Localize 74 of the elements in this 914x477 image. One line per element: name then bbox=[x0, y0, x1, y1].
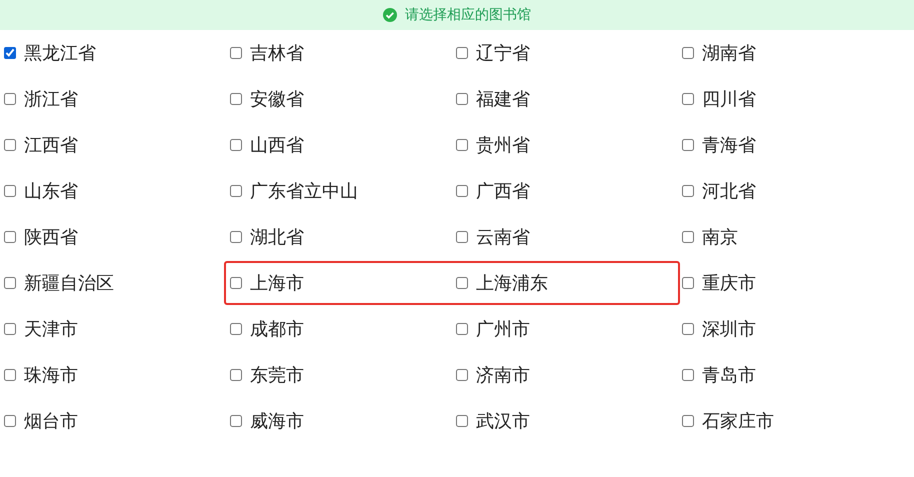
checkbox[interactable] bbox=[682, 369, 694, 381]
checkbox[interactable] bbox=[4, 277, 16, 289]
checkbox[interactable] bbox=[230, 277, 242, 289]
option-label[interactable]: 武汉市 bbox=[476, 408, 530, 434]
checkbox[interactable] bbox=[682, 415, 694, 427]
checkbox[interactable] bbox=[456, 323, 468, 335]
option-label[interactable]: 济南市 bbox=[476, 362, 530, 388]
checkbox[interactable] bbox=[456, 277, 468, 289]
option-label[interactable]: 上海浦东 bbox=[476, 270, 548, 296]
checkbox[interactable] bbox=[682, 47, 694, 59]
checkbox[interactable] bbox=[4, 47, 16, 59]
checkbox[interactable] bbox=[4, 93, 16, 105]
checkbox[interactable] bbox=[682, 185, 694, 197]
checkbox[interactable] bbox=[4, 369, 16, 381]
option-label[interactable]: 新疆自治区 bbox=[24, 270, 114, 296]
option-label[interactable]: 广东省立中山 bbox=[250, 178, 358, 204]
checkbox[interactable] bbox=[230, 93, 242, 105]
option-label[interactable]: 贵州省 bbox=[476, 132, 530, 158]
checkbox[interactable] bbox=[456, 139, 468, 151]
option-label[interactable]: 成都市 bbox=[250, 316, 304, 342]
checkbox[interactable] bbox=[682, 277, 694, 289]
checkbox[interactable] bbox=[230, 47, 242, 59]
checkbox[interactable] bbox=[682, 139, 694, 151]
checkbox[interactable] bbox=[230, 323, 242, 335]
option-label[interactable]: 浙江省 bbox=[24, 86, 78, 112]
option-label[interactable]: 上海市 bbox=[250, 270, 304, 296]
option-label[interactable]: 珠海市 bbox=[24, 362, 78, 388]
checkbox[interactable] bbox=[456, 47, 468, 59]
option-label[interactable]: 山东省 bbox=[24, 178, 78, 204]
option-label[interactable]: 福建省 bbox=[476, 86, 530, 112]
option-label[interactable]: 烟台市 bbox=[24, 408, 78, 434]
option-label[interactable]: 山西省 bbox=[250, 132, 304, 158]
option-label[interactable]: 南京 bbox=[702, 224, 738, 250]
option-label[interactable]: 黑龙江省 bbox=[24, 40, 96, 66]
checkbox[interactable] bbox=[230, 231, 242, 243]
checkbox[interactable] bbox=[682, 323, 694, 335]
checkbox[interactable] bbox=[682, 93, 694, 105]
checkbox[interactable] bbox=[230, 415, 242, 427]
checkbox[interactable] bbox=[456, 415, 468, 427]
check-circle-icon bbox=[383, 8, 397, 22]
option-label[interactable]: 石家庄市 bbox=[702, 408, 774, 434]
option-label[interactable]: 湖南省 bbox=[702, 40, 756, 66]
checkbox[interactable] bbox=[230, 139, 242, 151]
option-label[interactable]: 重庆市 bbox=[702, 270, 756, 296]
checkbox[interactable] bbox=[4, 139, 16, 151]
option-label[interactable]: 威海市 bbox=[250, 408, 304, 434]
option-label[interactable]: 安徽省 bbox=[250, 86, 304, 112]
checkbox[interactable] bbox=[4, 323, 16, 335]
checkbox[interactable] bbox=[456, 185, 468, 197]
option-label[interactable]: 青岛市 bbox=[702, 362, 756, 388]
checkbox[interactable] bbox=[4, 415, 16, 427]
option-label[interactable]: 深圳市 bbox=[702, 316, 756, 342]
option-label[interactable]: 吉林省 bbox=[250, 40, 304, 66]
checkbox[interactable] bbox=[4, 185, 16, 197]
option-label[interactable]: 河北省 bbox=[702, 178, 756, 204]
checkbox[interactable] bbox=[456, 369, 468, 381]
option-label[interactable]: 天津市 bbox=[24, 316, 78, 342]
option-label[interactable]: 东莞市 bbox=[250, 362, 304, 388]
checkbox[interactable] bbox=[456, 93, 468, 105]
option-label[interactable]: 陕西省 bbox=[24, 224, 78, 250]
option-label[interactable]: 辽宁省 bbox=[476, 40, 530, 66]
option-label[interactable]: 云南省 bbox=[476, 224, 530, 250]
checkbox[interactable] bbox=[230, 185, 242, 197]
option-label[interactable]: 广州市 bbox=[476, 316, 530, 342]
checkbox[interactable] bbox=[230, 369, 242, 381]
banner-text: 请选择相应的图书馆 bbox=[405, 6, 531, 24]
checkbox[interactable] bbox=[682, 231, 694, 243]
option-label[interactable]: 四川省 bbox=[702, 86, 756, 112]
option-label[interactable]: 江西省 bbox=[24, 132, 78, 158]
checkbox[interactable] bbox=[4, 231, 16, 243]
checkbox[interactable] bbox=[456, 231, 468, 243]
option-label[interactable]: 广西省 bbox=[476, 178, 530, 204]
option-label[interactable]: 湖北省 bbox=[250, 224, 304, 250]
option-label[interactable]: 青海省 bbox=[702, 132, 756, 158]
